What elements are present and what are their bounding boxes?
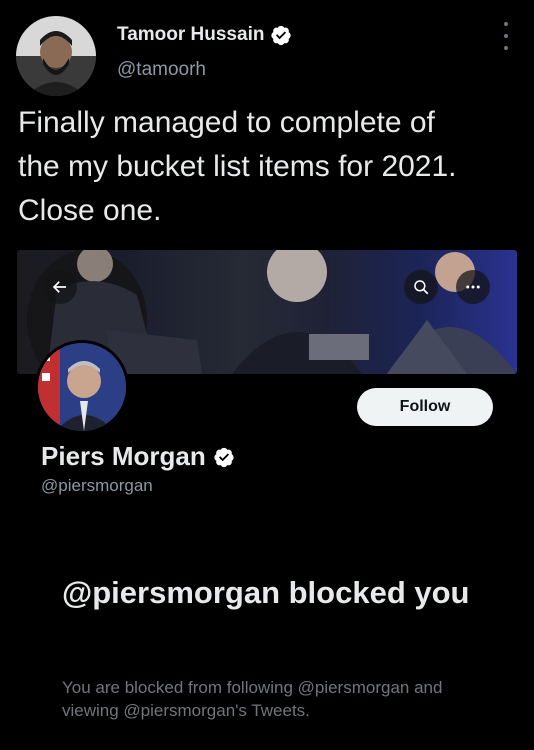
profile-name-text: Piers Morgan xyxy=(41,441,206,471)
blocked-description: You are blocked from following @piersmor… xyxy=(62,678,443,720)
more-options-button[interactable] xyxy=(456,270,490,304)
blocked-title: @piersmorgan blocked you xyxy=(62,575,470,610)
author-avatar[interactable] xyxy=(16,16,96,96)
author-handle[interactable]: @tamoorh xyxy=(117,59,206,81)
verified-badge-icon xyxy=(271,25,292,46)
author-name-text: Tamoor Hussain xyxy=(117,24,265,45)
more-vertical-icon[interactable] xyxy=(500,22,512,50)
back-arrow-icon xyxy=(52,281,66,293)
profile-handle: @piersmorgan xyxy=(41,476,153,495)
author-avatar-image xyxy=(16,16,96,96)
back-button[interactable] xyxy=(43,270,77,304)
profile-avatar-image xyxy=(38,343,126,431)
search-icon xyxy=(414,280,429,295)
profile-name: Piers Morgan xyxy=(41,441,235,472)
author-name[interactable]: Tamoor Hussain xyxy=(117,24,292,46)
more-horizontal-icon xyxy=(466,285,480,289)
follow-button[interactable]: Follow xyxy=(357,388,493,426)
tweet-text: Finally managed to complete of the my bu… xyxy=(18,106,457,227)
verified-badge-icon xyxy=(214,447,234,467)
profile-avatar[interactable] xyxy=(35,340,129,434)
search-button[interactable] xyxy=(404,270,438,304)
